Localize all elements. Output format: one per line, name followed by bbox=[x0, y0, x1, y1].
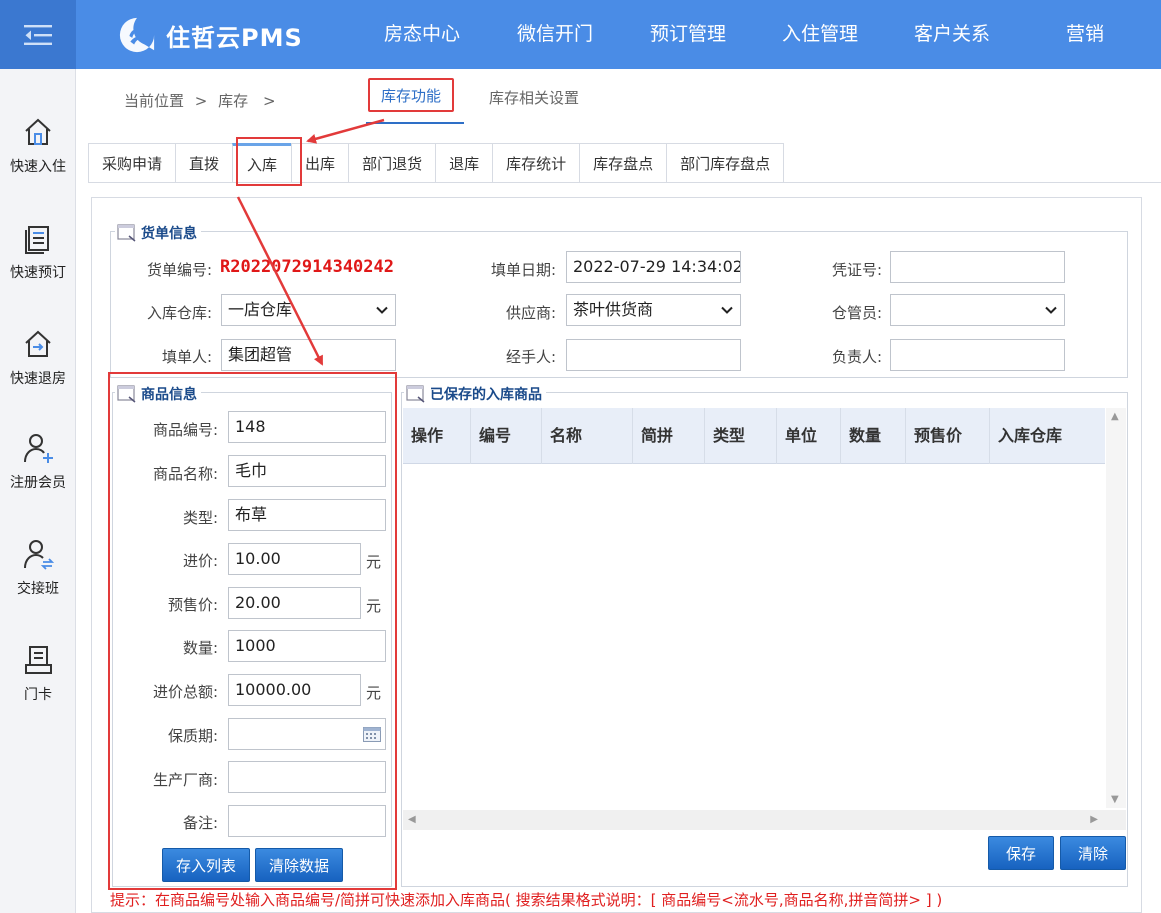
annotation-arrow bbox=[306, 118, 385, 144]
annotation-arrow bbox=[236, 196, 324, 366]
annotation-arrows bbox=[236, 118, 385, 366]
